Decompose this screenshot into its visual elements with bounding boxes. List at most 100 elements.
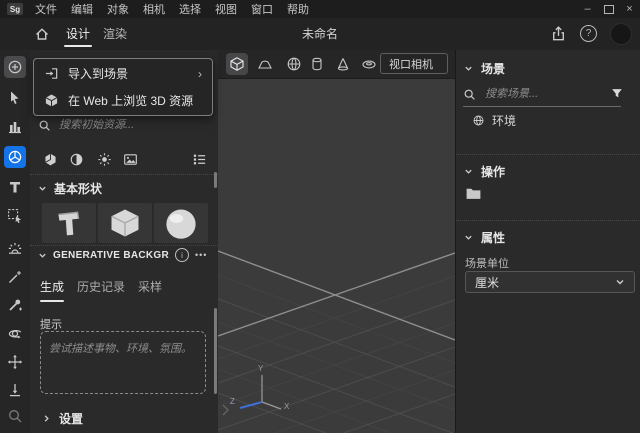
- shape-thumb-text[interactable]: [42, 203, 96, 243]
- image-filter-button[interactable]: [121, 150, 139, 168]
- assets-search[interactable]: [38, 116, 210, 134]
- columns-icon: [7, 119, 23, 135]
- environment-globe-icon: [472, 114, 485, 127]
- scene-search[interactable]: [463, 82, 621, 107]
- generative-background-header[interactable]: GENERATIVE BACKGROUND i •••: [38, 247, 210, 263]
- scene-search-input[interactable]: [483, 87, 621, 101]
- wireframe-sphere-icon: [7, 149, 23, 165]
- text-tool[interactable]: [4, 176, 26, 198]
- chevron-down-icon: [464, 233, 473, 242]
- primitive-cube-button[interactable]: [226, 53, 248, 75]
- share-icon[interactable]: [550, 25, 567, 42]
- drop-to-ground-tool[interactable]: [4, 379, 26, 401]
- light-icon: [97, 152, 112, 167]
- active-tab-underline: [40, 300, 64, 302]
- tab-sample-label: 采样: [138, 280, 162, 294]
- geometry-tool[interactable]: [4, 146, 26, 168]
- material-icon: [69, 152, 84, 167]
- primitive-cylinder-button[interactable]: [306, 53, 328, 75]
- cone-icon: [335, 56, 351, 72]
- avatar[interactable]: [610, 23, 632, 45]
- home-button[interactable]: [32, 24, 52, 44]
- chevron-down-icon: [464, 167, 473, 176]
- minimize-button[interactable]: –: [577, 0, 598, 18]
- scene-unit-select[interactable]: 厘米: [465, 271, 635, 293]
- tab-design[interactable]: 设计: [64, 18, 92, 49]
- tab-generate[interactable]: 生成: [40, 278, 64, 302]
- primitive-torus-button[interactable]: [358, 53, 380, 75]
- properties-section-header[interactable]: 属性: [464, 229, 505, 246]
- tab-design-label: 设计: [66, 25, 90, 42]
- camera-select[interactable]: 视口相机: [380, 53, 448, 74]
- menu-help[interactable]: 帮助: [280, 1, 316, 17]
- 3d-model-filter-button[interactable]: [41, 150, 59, 168]
- scene-item-environment[interactable]: 环境: [472, 112, 516, 129]
- select-tool[interactable]: [4, 87, 26, 109]
- prompt-textarea[interactable]: [40, 331, 206, 394]
- menu-bar: Sg 文件 编辑 对象 相机 选择 视图 窗口 帮助 – ×: [0, 0, 640, 18]
- eyedropper-icon: [7, 297, 23, 313]
- tab-history[interactable]: 历史记录: [77, 278, 125, 302]
- eyedropper-tool[interactable]: [4, 294, 26, 316]
- actions-section-header[interactable]: 操作: [464, 163, 505, 180]
- more-options-icon[interactable]: •••: [195, 250, 207, 260]
- maximize-button[interactable]: [598, 0, 619, 18]
- orbit-tool[interactable]: [4, 322, 26, 344]
- primitive-cone-button[interactable]: [332, 53, 354, 75]
- chevron-down-icon: [38, 184, 47, 193]
- marquee-select-tool[interactable]: [4, 204, 26, 226]
- menu-view[interactable]: 视图: [208, 1, 244, 17]
- menu-item-label: 导入到场景: [68, 65, 128, 82]
- light-filter-button[interactable]: [95, 150, 113, 168]
- open-folder-button[interactable]: [465, 186, 482, 201]
- asset-category-row: [30, 148, 218, 170]
- move-tool[interactable]: [4, 351, 26, 373]
- environment-light-tool[interactable]: [4, 237, 26, 259]
- menu-file[interactable]: 文件: [28, 1, 64, 17]
- cube-thumb-icon: [107, 205, 143, 241]
- menu-window[interactable]: 窗口: [244, 1, 280, 17]
- menu-edit[interactable]: 编辑: [64, 1, 100, 17]
- search-icon: [38, 119, 51, 132]
- shape-thumb-sphere[interactable]: [154, 203, 208, 243]
- scene-unit-label: 场景单位: [465, 255, 509, 271]
- scrollbar-thumb[interactable]: [214, 172, 217, 188]
- tabbar-right-actions: ?: [550, 18, 640, 49]
- panel-collapse-arrow[interactable]: [220, 402, 230, 418]
- menu-camera[interactable]: 相机: [136, 1, 172, 17]
- zoom-tool[interactable]: [4, 405, 26, 427]
- shelf-tool[interactable]: [4, 116, 26, 138]
- add-asset-button[interactable]: [4, 56, 26, 78]
- viewport-3d[interactable]: Y X Z 视口相机: [218, 50, 455, 433]
- filter-button[interactable]: [608, 84, 626, 102]
- add-icon: [7, 59, 23, 75]
- prompt-label: 提示: [40, 316, 62, 332]
- menu-item-import-to-scene[interactable]: 导入到场景 ›: [34, 60, 212, 87]
- info-icon[interactable]: i: [175, 248, 189, 262]
- scrollbar-thumb[interactable]: [214, 308, 217, 394]
- basic-shapes-header[interactable]: 基本形状: [38, 180, 102, 197]
- scene-section-header[interactable]: 场景: [464, 60, 505, 77]
- settings-section-header[interactable]: 设置: [42, 410, 83, 427]
- magnifier-icon: [7, 408, 23, 424]
- orbit-icon: [7, 325, 23, 341]
- assets-search-input[interactable]: [57, 118, 210, 132]
- menu-select[interactable]: 选择: [172, 1, 208, 17]
- material-filter-button[interactable]: [67, 150, 85, 168]
- tab-render[interactable]: 渲染: [101, 18, 129, 49]
- search-icon: [463, 88, 476, 101]
- cube-icon: [229, 56, 245, 72]
- help-button[interactable]: ?: [580, 25, 597, 42]
- shape-thumb-cube[interactable]: [98, 203, 152, 243]
- sphere-icon: [286, 56, 302, 72]
- tab-sample[interactable]: 采样: [138, 278, 162, 302]
- close-button[interactable]: ×: [619, 0, 640, 18]
- primitive-plane-button[interactable]: [254, 53, 276, 75]
- viewport-toolbar: 视口相机: [218, 50, 455, 79]
- list-view-button[interactable]: [190, 150, 208, 168]
- panel-divider: [456, 154, 640, 155]
- magic-wand-tool[interactable]: [4, 266, 26, 288]
- menu-item-browse-3d-assets[interactable]: 在 Web 上浏览 3D 资源: [34, 87, 212, 114]
- primitive-sphere-button[interactable]: [283, 53, 305, 75]
- menu-object[interactable]: 对象: [100, 1, 136, 17]
